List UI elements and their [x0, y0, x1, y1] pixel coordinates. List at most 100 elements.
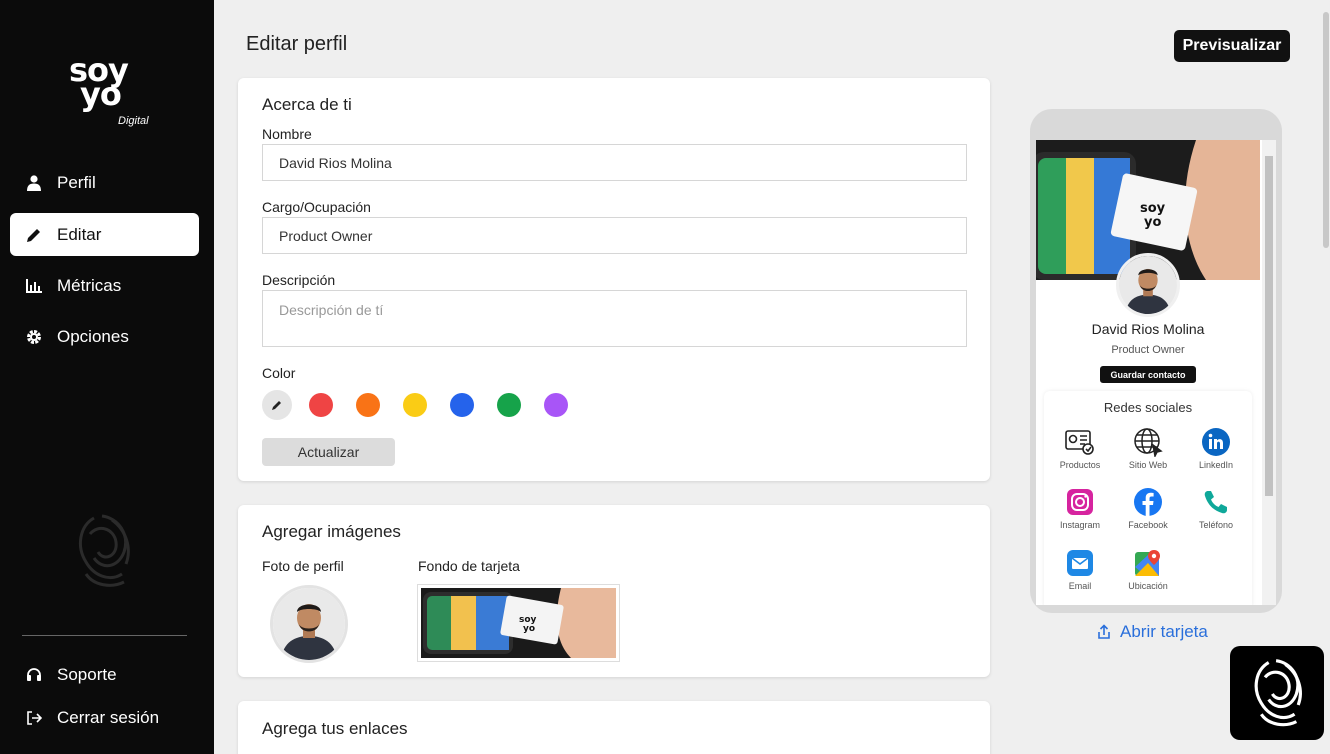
social-label: Sitio Web: [1128, 460, 1168, 470]
social-item-linkedin[interactable]: LinkedIn: [1182, 427, 1250, 470]
name-value: David Rios Molina: [279, 154, 392, 171]
facebook-icon: [1133, 487, 1163, 517]
name-label: Nombre: [262, 126, 312, 142]
social-label: LinkedIn: [1198, 460, 1234, 470]
about-title: Acerca de ti: [262, 95, 352, 114]
color-palette: [262, 390, 591, 420]
globe-icon: [1133, 427, 1163, 457]
headset-icon: [25, 666, 43, 684]
phone-screen: soy yo David Rios Molina Product Owner G…: [1036, 140, 1276, 605]
gear-icon: [25, 328, 43, 346]
color-swatch-green[interactable]: [497, 393, 521, 417]
svg-text:yo: yo: [523, 624, 535, 634]
sidebar: soy yo Digital Perfil Editar Métricas Op…: [0, 0, 214, 754]
eyedropper-icon: [272, 401, 281, 410]
color-swatch-blue[interactable]: [450, 393, 474, 417]
social-label: Ubicación: [1128, 581, 1168, 591]
social-label: Facebook: [1128, 520, 1168, 530]
sidebar-item-metricas[interactable]: Métricas: [10, 264, 199, 307]
social-item-facebook[interactable]: Facebook: [1114, 487, 1182, 530]
social-item-instagram[interactable]: Instagram: [1046, 487, 1114, 530]
color-swatch-orange[interactable]: [356, 393, 380, 417]
sidebar-item-label: Editar: [57, 224, 102, 244]
page-title: Editar perfil: [246, 33, 348, 55]
logout-icon: [25, 709, 43, 727]
sidebar-item-soporte[interactable]: Soporte: [10, 653, 199, 696]
phone-preview: soy yo David Rios Molina Product Owner G…: [1030, 109, 1282, 613]
save-contact-button[interactable]: Guardar contacto: [1100, 366, 1196, 383]
products-icon: [1065, 427, 1095, 457]
user-icon: [25, 174, 43, 192]
card-avatar: [1116, 253, 1180, 317]
instagram-icon: [1065, 487, 1095, 517]
name-field[interactable]: David Rios Molina: [262, 144, 967, 181]
email-icon: [1065, 548, 1095, 578]
role-value: Product Owner: [279, 227, 373, 244]
sidebar-item-perfil[interactable]: Perfil: [10, 161, 199, 204]
social-item-email[interactable]: Email: [1046, 548, 1114, 591]
social-label: Productos: [1059, 460, 1101, 470]
links-card: Agrega tus enlaces: [238, 701, 990, 754]
color-label: Color: [262, 365, 296, 381]
soyyo-logo[interactable]: soy yo Digital: [66, 54, 149, 130]
color-swatch-yellow[interactable]: [403, 393, 427, 417]
map-icon: [1133, 548, 1163, 578]
swirl-logo-icon: [72, 512, 134, 590]
card-background-label: Fondo de tarjeta: [418, 558, 520, 574]
profile-photo[interactable]: [270, 585, 348, 663]
sidebar-item-label: Cerrar sesión: [57, 707, 160, 727]
assistant-fab-button[interactable]: [1230, 646, 1324, 740]
sidebar-item-opciones[interactable]: Opciones: [10, 315, 199, 358]
card-background-thumbnail[interactable]: soy yo: [417, 584, 620, 662]
card-role: Product Owner: [1111, 344, 1185, 356]
color-picker-button[interactable]: [262, 390, 292, 420]
social-label: Instagram: [1059, 520, 1101, 530]
social-item-ubicacion[interactable]: Ubicación: [1114, 548, 1182, 591]
svg-text:yo: yo: [1144, 215, 1161, 230]
about-card: Acerca de ti Nombre David Rios Molina Ca…: [238, 78, 990, 481]
share-icon: [1098, 624, 1110, 639]
social-title: Redes sociales: [1103, 400, 1193, 415]
social-item-sitio-web[interactable]: Sitio Web: [1114, 427, 1182, 470]
open-card-label: Abrir tarjeta: [1120, 622, 1208, 641]
social-item-productos[interactable]: Productos: [1046, 427, 1114, 470]
swirl-icon: [1254, 659, 1302, 727]
description-placeholder: Descripción de tí: [279, 302, 384, 318]
social-links-box: Redes sociales Productos Sitio Web Linke…: [1044, 391, 1252, 605]
preview-button[interactable]: Previsualizar: [1174, 30, 1290, 62]
role-label: Cargo/Ocupación: [262, 199, 371, 215]
color-swatch-purple[interactable]: [544, 393, 568, 417]
images-title: Agregar imágenes: [262, 522, 401, 541]
svg-text:soy: soy: [1140, 201, 1166, 216]
social-item-telefono[interactable]: Teléfono: [1182, 487, 1250, 530]
page-scroll-thumb[interactable]: [1323, 12, 1329, 248]
description-label: Descripción: [262, 272, 336, 288]
update-button[interactable]: Actualizar: [262, 438, 395, 466]
logo-text-digital: Digital: [118, 115, 149, 127]
open-card-link[interactable]: Abrir tarjeta: [1096, 622, 1208, 642]
sidebar-item-label: Métricas: [57, 275, 122, 295]
images-card: Agregar imágenes Foto de perfil Fondo de…: [238, 505, 990, 677]
role-field[interactable]: Product Owner: [262, 217, 967, 254]
sidebar-item-editar[interactable]: Editar: [10, 213, 199, 256]
sidebar-item-label: Soporte: [57, 664, 117, 684]
page-scrollbar[interactable]: [1322, 0, 1330, 754]
color-swatch-red[interactable]: [309, 393, 333, 417]
sidebar-divider: [22, 635, 187, 636]
phone-icon: [1201, 487, 1231, 517]
sidebar-item-label: Opciones: [57, 326, 129, 346]
links-title: Agrega tus enlaces: [262, 719, 408, 738]
card-name: David Rios Molina: [1091, 321, 1205, 337]
preview-scroll-thumb[interactable]: [1265, 156, 1273, 496]
sidebar-item-label: Perfil: [57, 172, 96, 192]
social-label: Teléfono: [1198, 520, 1234, 530]
linkedin-icon: [1201, 427, 1231, 457]
pencil-icon: [25, 226, 43, 244]
preview-scrollbar[interactable]: [1262, 140, 1276, 605]
chart-icon: [25, 277, 43, 295]
sidebar-item-cerrar-sesion[interactable]: Cerrar sesión: [10, 696, 199, 739]
social-label: Email: [1068, 581, 1092, 591]
logo-text-yo: yo: [80, 75, 122, 113]
profile-photo-label: Foto de perfil: [262, 558, 344, 574]
description-field[interactable]: Descripción de tí: [262, 290, 967, 347]
